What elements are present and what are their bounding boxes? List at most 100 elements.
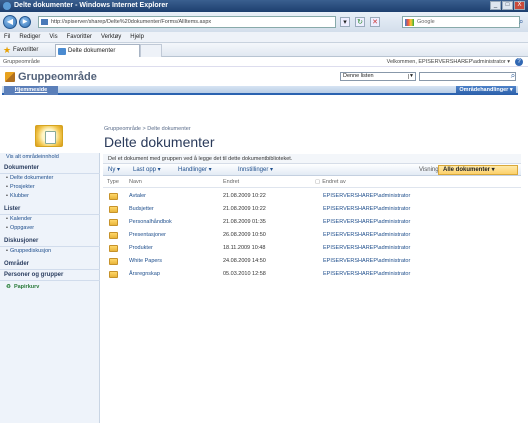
search-go-icon[interactable]: ⌕ xyxy=(508,71,518,81)
library-description: Del et dokument med gruppen ved å legge … xyxy=(103,154,521,164)
row-name-link[interactable]: Presentasjoner xyxy=(129,229,166,242)
menu-favorites[interactable]: Favoritter xyxy=(67,32,92,42)
row-modified-by[interactable]: EPISERVERSHAREP\administrator xyxy=(323,268,410,281)
settings-menu-button[interactable]: Innstillinger ▾ xyxy=(238,164,273,176)
row-modified: 21.08.2009 10:22 xyxy=(223,193,266,199)
menu-help[interactable]: Hjelp xyxy=(130,32,144,42)
row-name-link[interactable]: White Papers xyxy=(129,255,162,268)
page-title: Delte dokumenter xyxy=(104,134,215,150)
row-modified-by[interactable]: EPISERVERSHAREP\administrator xyxy=(323,190,410,203)
view-all-site-content-link[interactable]: Vis alt områdeinnhold xyxy=(0,153,100,162)
menu-edit[interactable]: Rediger xyxy=(19,32,40,42)
forward-button[interactable]: ▶ xyxy=(19,16,31,28)
search-scope-select[interactable]: Denne listen ▼ xyxy=(340,72,416,81)
new-menu-button[interactable]: Ny ▾ xyxy=(108,164,120,176)
search-scope-value: Denne listen xyxy=(343,73,374,79)
nav-item-shared-documents[interactable]: • Delte dokumenter xyxy=(0,174,100,183)
search-placeholder: Google xyxy=(417,19,435,25)
stop-button[interactable]: ✕ xyxy=(370,17,380,27)
new-tab-button[interactable] xyxy=(140,44,162,57)
sort-icon: ▢ xyxy=(315,179,321,185)
table-row[interactable]: White Papers 24.08.2009 14:50 EPISERVERS… xyxy=(103,255,521,268)
folder-icon xyxy=(109,219,118,226)
row-modified-by[interactable]: EPISERVERSHAREP\administrator xyxy=(323,242,410,255)
view-selector[interactable]: Alle dokumenter ▾ xyxy=(438,165,518,175)
url-field[interactable]: http://spiserver/sharep/Delte%20dokument… xyxy=(38,16,336,28)
row-modified-by[interactable]: EPISERVERSHAREP\administrator xyxy=(323,216,410,229)
nav-heading-sites[interactable]: Områder xyxy=(0,259,100,270)
help-icon[interactable]: ? xyxy=(515,58,523,66)
table-row[interactable]: Presentasjoner 26.08.2009 10:50 EPISERVE… xyxy=(103,229,521,242)
close-button[interactable]: X xyxy=(514,1,525,10)
nav-heading-discussions[interactable]: Diskusjoner xyxy=(0,236,100,247)
upload-menu-button[interactable]: Last opp ▾ xyxy=(133,164,161,176)
table-row[interactable]: Avtaler 21.08.2009 10:22 EPISERVERSHAREP… xyxy=(103,190,521,203)
row-modified-by[interactable]: EPISERVERSHAREP\administrator xyxy=(323,229,410,242)
folder-icon xyxy=(109,271,118,278)
row-name-link[interactable]: Produkter xyxy=(129,242,153,255)
favorites-bar: ★ Favoritter Delte dokumenter xyxy=(0,43,528,57)
column-type[interactable]: Type xyxy=(107,177,119,188)
browser-search-input[interactable]: Google xyxy=(402,16,520,28)
row-modified: 21.08.2009 01:35 xyxy=(223,219,266,225)
site-title[interactable]: Gruppeområde xyxy=(4,70,97,84)
list-toolbar: Ny ▾ Last opp ▾ Handlinger ▾ Innstilling… xyxy=(103,164,521,176)
folder-icon xyxy=(109,206,118,213)
row-modified: 18.11.2009 10:48 xyxy=(223,245,266,251)
row-name-link[interactable]: Årsregnskap xyxy=(129,268,160,281)
refresh-button[interactable]: ↻ xyxy=(355,17,365,27)
nav-item-projects[interactable]: • Prosjekter xyxy=(0,183,100,192)
search-icon[interactable]: ⌕ xyxy=(519,17,527,27)
column-modified[interactable]: Endret xyxy=(223,177,239,188)
column-modified-by[interactable]: ▢ Endret av xyxy=(315,177,346,188)
table-row[interactable]: Produkter 18.11.2009 10:48 EPISERVERSHAR… xyxy=(103,242,521,255)
nav-label: Kalender xyxy=(9,216,32,222)
row-modified-by[interactable]: EPISERVERSHAREP\administrator xyxy=(323,203,410,216)
site-actions-menu[interactable]: Områdehandlinger ▾ xyxy=(456,86,516,95)
back-button[interactable]: ◀ xyxy=(3,15,17,29)
menu-file[interactable]: Fil xyxy=(4,32,10,42)
nav-item-calendar[interactable]: • Kalender xyxy=(0,215,100,224)
row-modified: 26.08.2009 10:50 xyxy=(223,232,266,238)
site-logo-icon xyxy=(5,72,15,82)
actions-menu-button[interactable]: Handlinger ▾ xyxy=(178,164,212,176)
column-name[interactable]: Navn xyxy=(129,177,142,188)
row-name-link[interactable]: Personalhåndbok xyxy=(129,216,172,229)
welcome-menu[interactable]: Velkommen, EPISERVERSHAREP\administrator… xyxy=(387,57,510,67)
nav-item-tasks[interactable]: • Oppgaver xyxy=(0,224,100,233)
nav-heading-people[interactable]: Personer og grupper xyxy=(0,270,100,281)
table-row[interactable]: Årsregnskap 05.03.2010 12:58 EPISERVERSH… xyxy=(103,268,521,281)
folder-icon xyxy=(109,193,118,200)
row-name-link[interactable]: Budsjetter xyxy=(129,203,154,216)
tab-home[interactable]: Hjemmeside xyxy=(4,86,58,95)
url-text: http://spiserver/sharep/Delte%20dokument… xyxy=(51,19,212,25)
page-breadcrumb[interactable]: Gruppeområde > Delte dokumenter xyxy=(104,126,191,132)
maximize-button[interactable]: □ xyxy=(502,1,513,10)
menu-view[interactable]: Vis xyxy=(49,32,57,42)
row-name-link[interactable]: Avtaler xyxy=(129,190,146,203)
tab-label: Delte dokumenter xyxy=(68,48,116,54)
nav-label: Papirkurv xyxy=(13,284,40,290)
recycle-bin-link[interactable]: ♻ Papirkurv xyxy=(0,283,100,292)
table-row[interactable]: Personalhåndbok 21.08.2009 01:35 EPISERV… xyxy=(103,216,521,229)
url-dropdown-icon[interactable]: ▾ xyxy=(340,17,350,27)
address-toolbar: ◀ ▶ http://spiserver/sharep/Delte%20doku… xyxy=(0,12,528,32)
nav-heading-documents[interactable]: Dokumenter xyxy=(0,163,100,174)
favorites-star-icon[interactable]: ★ xyxy=(3,46,11,55)
menu-tools[interactable]: Verktøy xyxy=(101,32,121,42)
nav-label: Oppgaver xyxy=(9,225,35,231)
minimize-button[interactable]: _ xyxy=(490,1,501,10)
nav-label: Prosjekter xyxy=(9,184,35,190)
folder-icon xyxy=(109,258,118,265)
site-search-input[interactable] xyxy=(419,72,516,81)
table-row[interactable]: Budsjetter 21.08.2009 10:22 EPISERVERSHA… xyxy=(103,203,521,216)
nav-item-clubs[interactable]: • Klubber xyxy=(0,192,100,201)
row-modified-by[interactable]: EPISERVERSHAREP\administrator xyxy=(323,255,410,268)
browser-tab[interactable]: Delte dokumenter xyxy=(55,44,140,57)
menu-bar: Fil Rediger Vis Favoritter Verktøy Hjelp xyxy=(0,32,528,43)
nav-heading-lists[interactable]: Lister xyxy=(0,204,100,215)
nav-item-team-discussion[interactable]: • Gruppediskusjon xyxy=(0,247,100,256)
favorites-button[interactable]: Favoritter xyxy=(13,43,38,57)
row-modified: 21.08.2009 10:22 xyxy=(223,206,266,212)
folder-icon xyxy=(109,232,118,239)
